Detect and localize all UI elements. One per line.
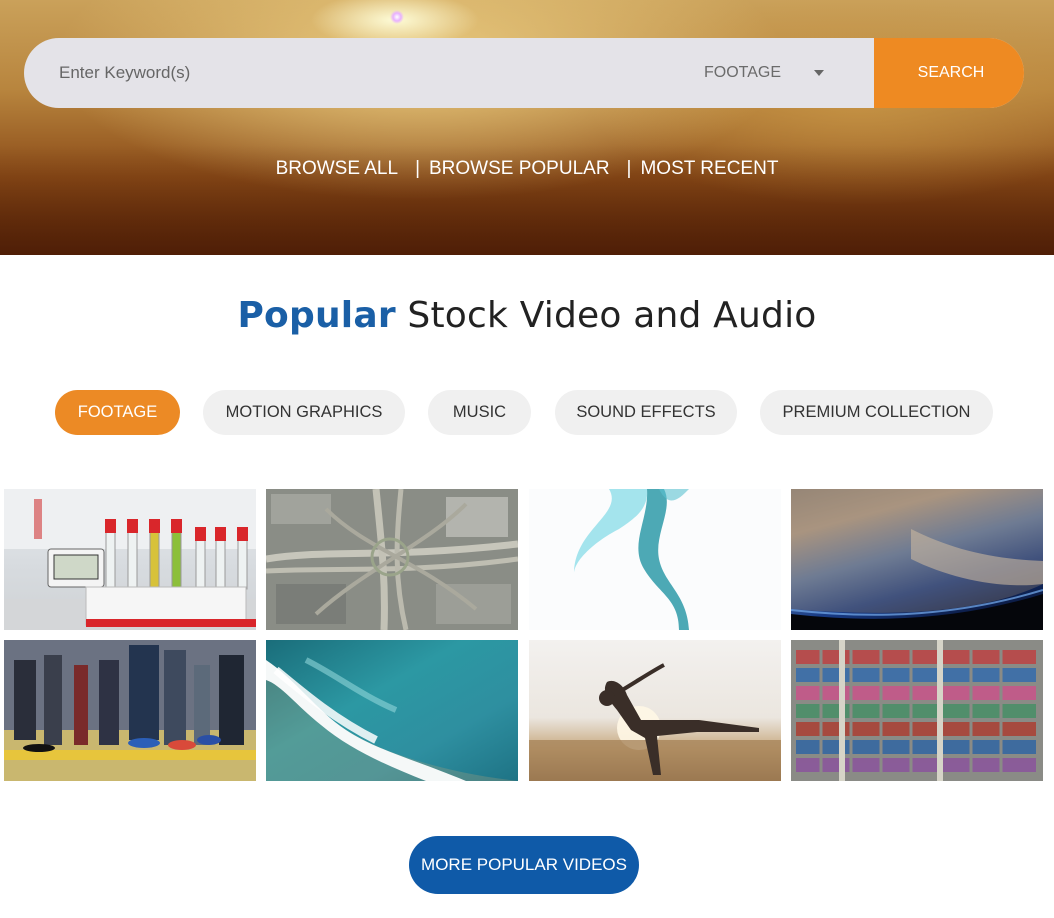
crowd-walking-image [4,640,256,781]
video-thumbnail-shipping-containers[interactable] [791,640,1043,781]
ocean-wave-image [266,657,518,781]
more-popular-videos-button[interactable]: MORE POPULAR VIDEOS [409,836,639,894]
tab-sound-effects[interactable]: SOUND EFFECTS [555,390,737,435]
video-thumbnail-earth-space[interactable] [791,489,1043,630]
video-thumbnail-highway-aerial[interactable] [266,489,518,630]
search-button[interactable]: SEARCH [874,38,1024,108]
browse-popular-link[interactable]: BROWSE POPULAR [429,158,610,180]
chevron-down-icon [814,70,824,76]
video-thumbnail-crowd-walking[interactable] [4,640,256,781]
browse-all-link[interactable]: BROWSE ALL [276,158,399,180]
page-title: Popular Stock Video and Audio [0,255,1054,349]
page-title-rest: Stock Video and Audio [395,295,817,336]
shipping-containers-image [791,640,1043,781]
media-type-select[interactable]: FOOTAGE [704,38,874,108]
video-thumbnail-blue-smoke[interactable] [529,489,781,630]
tab-motion-graphics[interactable]: MOTION GRAPHICS [203,390,405,435]
hero-banner: FOOTAGE SEARCH BROWSE ALL | BROWSE POPUL… [0,0,1054,255]
page-title-accent: Popular [237,295,396,336]
browse-nav: BROWSE ALL | BROWSE POPULAR | MOST RECEN… [0,158,1054,180]
yoga-beach-image [529,663,781,781]
video-thumbnail-yoga-beach[interactable] [529,640,781,781]
nav-separator: | [415,158,420,179]
video-thumbnail-lab-tubes[interactable] [4,489,256,630]
media-type-selected: FOOTAGE [704,64,782,81]
search-input[interactable] [24,38,704,108]
most-recent-link[interactable]: MOST RECENT [640,158,778,180]
tab-premium-collection[interactable]: PREMIUM COLLECTION [760,390,993,435]
earth-space-image [791,489,1043,630]
nav-separator: | [626,158,632,179]
tab-music[interactable]: MUSIC [428,390,531,435]
blue-smoke-image [529,489,781,630]
highway-aerial-image [266,489,518,630]
tab-footage[interactable]: FOOTAGE [55,390,180,435]
search-bar: FOOTAGE SEARCH [24,38,1024,108]
video-thumbnail-ocean-wave[interactable] [266,640,518,781]
lens-flare [390,10,404,24]
lab-tubes-image [4,489,256,630]
category-tabs: FOOTAGE MOTION GRAPHICS MUSIC SOUND EFFE… [0,390,1054,436]
